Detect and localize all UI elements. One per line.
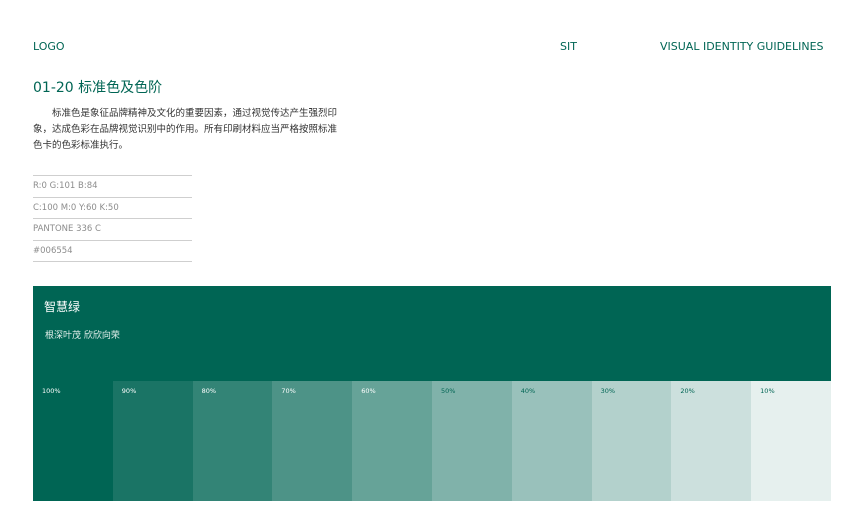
tint-swatch: 10% xyxy=(751,381,831,501)
spec-rgb: R:0 G:101 B:84 xyxy=(33,176,192,198)
swatch-name: 智慧绿 xyxy=(44,300,81,314)
tint-label: 40% xyxy=(520,387,536,395)
tint-swatch: 80% xyxy=(192,381,273,501)
main-color-swatch: 智慧绿 根深叶茂 欣欣向荣 xyxy=(33,286,831,381)
tint-label: 90% xyxy=(121,387,137,395)
tint-swatch: 40% xyxy=(511,381,592,501)
spec-cmyk: C:100 M:0 Y:60 K:50 xyxy=(33,198,192,219)
tint-label: 80% xyxy=(201,387,217,395)
tint-label: 10% xyxy=(760,387,775,395)
tint-label: 70% xyxy=(281,387,296,395)
tint-swatch: 90% xyxy=(112,381,193,501)
tint-swatch: 50% xyxy=(431,381,512,501)
logo-placeholder: LOGO xyxy=(33,40,65,53)
tint-scale: 100% 90% 80% 70% 60% 50% 40% 30% 20% 10% xyxy=(33,381,831,501)
tint-swatch: 20% xyxy=(671,381,752,501)
tint-label: 100% xyxy=(42,387,61,395)
project-code: SIT xyxy=(560,40,577,53)
color-spec-list: R:0 G:101 B:84 C:100 M:0 Y:60 K:50 PANTO… xyxy=(33,175,192,262)
tint-label: 50% xyxy=(440,387,456,395)
spec-pantone: PANTONE 336 C xyxy=(33,219,192,241)
tint-swatch: 70% xyxy=(272,381,353,501)
tint-label: 60% xyxy=(361,387,376,395)
section-description: 标准色是象征品牌精神及文化的重要因素，通过视觉传达产生强烈印象，达成色彩在品牌视… xyxy=(33,108,338,151)
section-title: 01-20 标准色及色阶 xyxy=(33,80,163,96)
spec-hex: #006554 xyxy=(33,241,192,262)
tint-swatch: 30% xyxy=(591,381,672,501)
tint-swatch: 60% xyxy=(352,381,432,501)
tint-label: 20% xyxy=(680,387,695,395)
swatch-slogan: 根深叶茂 欣欣向荣 xyxy=(45,331,120,341)
tint-label: 30% xyxy=(600,387,616,395)
guidelines-title: VISUAL IDENTITY GUIDELINES xyxy=(660,40,824,53)
tint-swatch: 100% xyxy=(33,381,113,501)
